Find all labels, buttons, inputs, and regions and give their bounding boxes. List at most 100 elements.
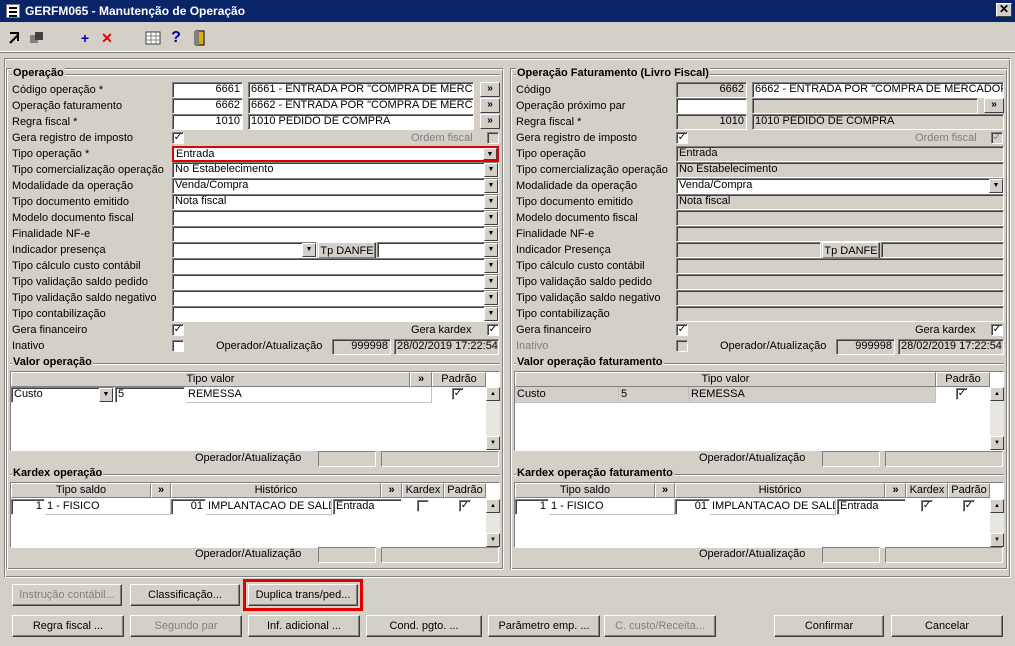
c-custo-receita-button[interactable]: C. custo/Receita... <box>604 615 716 637</box>
tipo-comercializacao-select[interactable]: No Estabelecimento ▼ <box>172 162 499 178</box>
validacao-negativo-select[interactable]: ▼ <box>172 290 499 306</box>
r-kardex-hist-code-input[interactable]: 01 <box>675 499 710 515</box>
kardex-hist-code-input[interactable]: 01 <box>171 499 206 515</box>
custo-contabil-select[interactable]: ▼ <box>172 258 499 274</box>
codigo-lookup-button[interactable]: » <box>480 82 500 97</box>
r-kardex-checkbox[interactable]: ✓ <box>921 500 933 512</box>
chevron-down-icon[interactable]: ▼ <box>484 243 498 257</box>
scroll-down-icon[interactable]: ▼ <box>990 436 1004 450</box>
chevron-down-icon[interactable]: ▼ <box>484 259 498 273</box>
chevron-down-icon[interactable]: ▼ <box>99 388 113 402</box>
modalidade-select[interactable]: Venda/Compra ▼ <box>172 178 499 194</box>
classificacao-button[interactable]: Classificação... <box>130 584 240 606</box>
kardex-scrollbar[interactable]: ▲ ▼ <box>486 499 500 547</box>
contabilizacao-select[interactable]: ▼ <box>172 306 499 322</box>
col-historico-more-button[interactable]: » <box>381 483 402 498</box>
col-tipo-valor[interactable]: Tipo valor <box>11 372 410 387</box>
r-modalidade-select[interactable]: Venda/Compra ▼ <box>676 178 1004 194</box>
parametro-emp-button[interactable]: Parâmetro emp. ... <box>488 615 600 637</box>
tipo-operacao-select[interactable]: Entrada ▼ <box>172 146 499 162</box>
r-valor-scrollbar[interactable]: ▲ ▼ <box>990 387 1004 450</box>
validacao-pedido-select[interactable]: ▼ <box>172 274 499 290</box>
finalidade-select[interactable]: ▼ <box>172 226 499 242</box>
scroll-up-icon[interactable]: ▲ <box>990 387 1004 401</box>
r-custo-value <box>676 258 1004 274</box>
r-proximo-par-lookup-button[interactable]: » <box>984 98 1004 113</box>
valor-tipo-select[interactable]: Custo ▼ <box>11 387 114 403</box>
scroll-up-icon[interactable]: ▲ <box>486 387 500 401</box>
r-gera-registro-checkbox[interactable]: ✓ <box>676 132 688 144</box>
r-gera-kardex-checkbox[interactable]: ✓ <box>991 324 1003 336</box>
inf-adicional-button[interactable]: Inf. adicional ... <box>248 615 360 637</box>
scroll-down-icon[interactable]: ▼ <box>486 533 500 547</box>
gera-financeiro-checkbox[interactable]: ✓ <box>172 324 184 336</box>
chevron-down-icon[interactable]: ▼ <box>484 307 498 321</box>
r-kardex-tipo-input[interactable]: Entrada <box>837 499 906 515</box>
tipo-documento-value: Nota fiscal <box>175 195 227 207</box>
r-kardex-padrao-checkbox[interactable]: ✓ <box>963 500 975 512</box>
r-kardex-code-input[interactable]: 1 <box>515 499 549 515</box>
chevron-down-icon[interactable]: ▼ <box>484 291 498 305</box>
r-col-historico-more-button[interactable]: » <box>885 483 906 498</box>
faturamento-input[interactable]: 6662 <box>172 98 243 114</box>
kardex-padrao-checkbox[interactable]: ✓ <box>459 500 471 512</box>
add-icon[interactable]: + <box>76 29 94 47</box>
faturamento-lookup-button[interactable]: » <box>480 98 500 113</box>
duplica-trans-ped-button[interactable]: Duplica trans/ped... <box>243 579 363 611</box>
chevron-down-icon[interactable]: ▼ <box>302 243 316 257</box>
danfe-select[interactable]: ▼ <box>377 242 499 258</box>
regra-input[interactable]: 1010 <box>172 114 243 130</box>
section-operacao: Operação <box>12 67 65 79</box>
r-gera-financeiro-checkbox[interactable]: ✓ <box>676 324 688 336</box>
valor-code-input[interactable]: 5 <box>115 387 185 403</box>
r-valor-padrao-checkbox[interactable]: ✓ <box>956 388 968 400</box>
confirmar-button[interactable]: Confirmar <box>774 615 884 637</box>
tp-danfe-button[interactable]: Tp DANFE <box>318 242 376 259</box>
chevron-down-icon[interactable]: ▼ <box>483 148 497 160</box>
exit-door-icon[interactable] <box>191 29 209 47</box>
kardex-checkbox[interactable] <box>417 500 429 512</box>
chevron-down-icon[interactable]: ▼ <box>484 195 498 209</box>
cond-pgto-button[interactable]: Cond. pgto. ... <box>366 615 482 637</box>
modelo-documento-select[interactable]: ▼ <box>172 210 499 226</box>
chevron-down-icon[interactable]: ▼ <box>989 179 1003 193</box>
modelo-documento-label: Modelo documento fiscal <box>12 212 134 224</box>
scroll-up-icon[interactable]: ▲ <box>990 499 1004 513</box>
regra-fiscal-button[interactable]: Regra fiscal ... <box>12 615 124 637</box>
export-icon[interactable] <box>6 29 24 47</box>
scroll-down-icon[interactable]: ▼ <box>486 436 500 450</box>
finalidade-label: Finalidade NF-e <box>12 228 91 240</box>
instrucao-contabil-button[interactable]: Instrução contábil... <box>12 584 122 606</box>
valor-padrao-checkbox[interactable]: ✓ <box>452 388 464 400</box>
gera-registro-checkbox[interactable]: ✓ <box>172 132 184 144</box>
copy-icon[interactable] <box>28 29 46 47</box>
indicador-select[interactable]: ▼ <box>172 242 317 258</box>
scroll-up-icon[interactable]: ▲ <box>486 499 500 513</box>
kardex-tipo-input[interactable]: Entrada <box>333 499 402 515</box>
chevron-down-icon[interactable]: ▼ <box>484 227 498 241</box>
r-kardex-scrollbar[interactable]: ▲ ▼ <box>990 499 1004 547</box>
chevron-down-icon[interactable]: ▼ <box>484 163 498 177</box>
cancelar-button[interactable]: Cancelar <box>891 615 1003 637</box>
chevron-down-icon[interactable]: ▼ <box>484 179 498 193</box>
gera-kardex-checkbox[interactable]: ✓ <box>487 324 499 336</box>
r-proximo-par-input[interactable] <box>676 98 747 114</box>
grid-icon[interactable] <box>144 29 162 47</box>
segundo-par-button[interactable]: Segundo par <box>130 615 242 637</box>
delete-icon[interactable]: ✕ <box>98 29 116 47</box>
chevron-down-icon[interactable]: ▼ <box>484 275 498 289</box>
help-icon[interactable]: ? <box>167 29 185 47</box>
kardex-code-input[interactable]: 1 <box>11 499 45 515</box>
col-saldo-more-button[interactable]: » <box>151 483 171 498</box>
col-more-button[interactable]: » <box>410 372 432 387</box>
inativo-checkbox[interactable] <box>172 340 184 352</box>
r-tp-danfe-button[interactable]: Tp DANFE <box>822 242 880 259</box>
r-col-saldo-more-button[interactable]: » <box>655 483 675 498</box>
close-button[interactable]: ✕ <box>996 3 1012 17</box>
scroll-down-icon[interactable]: ▼ <box>990 533 1004 547</box>
regra-lookup-button[interactable]: » <box>480 114 500 129</box>
codigo-input[interactable]: 6661 <box>172 82 243 98</box>
tipo-documento-select[interactable]: Nota fiscal ▼ <box>172 194 499 210</box>
valor-scrollbar[interactable]: ▲ ▼ <box>486 387 500 450</box>
chevron-down-icon[interactable]: ▼ <box>484 211 498 225</box>
